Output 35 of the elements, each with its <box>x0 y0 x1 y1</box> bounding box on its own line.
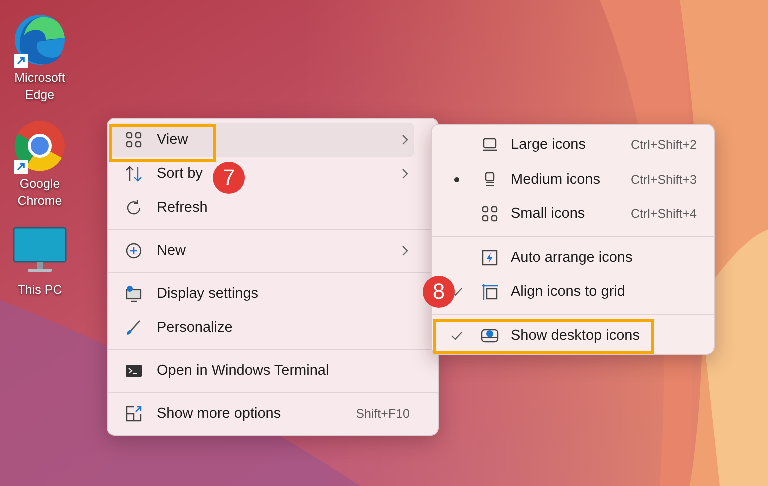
shortcut-text: Ctrl+Shift+3 <box>630 172 697 187</box>
menu-item[interactable]: Large icons Ctrl+Shift+2 <box>435 128 711 162</box>
terminal-icon <box>125 362 143 380</box>
align-grid-icon <box>481 283 499 302</box>
round-logo-icon <box>12 118 68 174</box>
menu-item[interactable]: Personalize <box>111 311 414 345</box>
step-number-badge: 8 <box>423 276 455 308</box>
menu-item[interactable]: Refresh <box>111 191 414 225</box>
desktop-icon-label[interactable]: Microsoft Edge <box>2 70 78 104</box>
menu-item[interactable]: Auto arrange icons <box>435 240 711 275</box>
refresh-icon <box>125 199 143 217</box>
menu-item[interactable]: New <box>111 234 414 268</box>
step-number-badge: 7 <box>213 162 245 194</box>
menu-item[interactable]: Sort by 7 <box>111 157 414 191</box>
brush-icon <box>125 319 143 337</box>
expand-icon <box>125 405 143 423</box>
menu-item[interactable]: Show more options Shift+F10 <box>111 397 414 431</box>
grid-icon <box>481 205 499 224</box>
swirl-icon <box>12 12 68 68</box>
shortcut-text: Ctrl+Shift+2 <box>630 138 697 152</box>
menu-item[interactable]: Show desktop icons <box>435 318 711 353</box>
shortcut-text: Shift+F10 <box>356 407 410 421</box>
menu-item[interactable]: Medium icons Ctrl+Shift+3 <box>435 162 711 197</box>
menu-item[interactable]: Open in Windows Terminal <box>111 354 414 388</box>
desktop-icon-label[interactable]: Google Chrome <box>2 176 78 210</box>
shortcut-text: Ctrl+Shift+4 <box>630 207 697 222</box>
sort-arrows-icon <box>125 165 143 183</box>
menu-item[interactable]: Small icons Ctrl+Shift+4 <box>435 197 711 232</box>
grid-icon <box>125 131 143 149</box>
desktop-icon <box>481 326 499 345</box>
menu-item[interactable]: Display settings <box>111 277 414 311</box>
arrange-icon <box>481 248 499 267</box>
plus-circle-icon <box>125 242 143 260</box>
desktop-icon-label[interactable]: This PC <box>2 282 78 299</box>
monitor-icon <box>125 285 143 303</box>
